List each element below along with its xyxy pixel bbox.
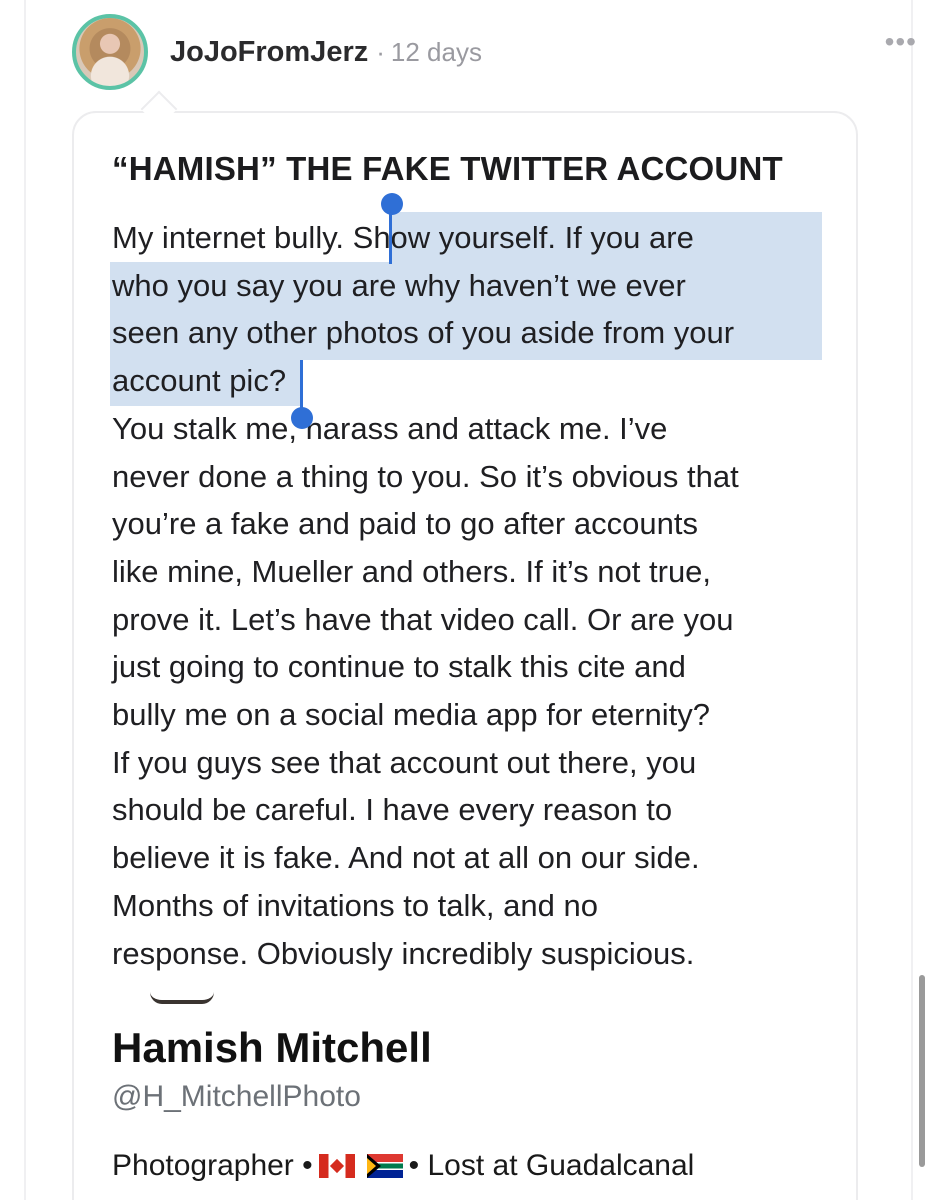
canada-flag-icon	[318, 1154, 355, 1178]
scrollbar[interactable]	[919, 975, 925, 1167]
body-line: response. Obviously incredibly suspiciou…	[112, 932, 694, 976]
right-gutter-line	[911, 0, 913, 1200]
body-line: believe it is fake. And not at all on ou…	[112, 836, 700, 880]
selection-end-caret	[300, 360, 303, 414]
south-africa-flag-icon	[366, 1154, 403, 1178]
body-text: Months of invitations to talk, and no	[112, 888, 598, 923]
selected-text: who you say you are why haven’t we ever	[112, 268, 686, 303]
selection-start-handle[interactable]	[381, 193, 403, 215]
body-line: like mine, Mueller and others. If it’s n…	[112, 550, 711, 594]
selected-text: Show yourself. If you are	[352, 220, 694, 255]
body-text: response. Obviously incredibly suspiciou…	[112, 936, 695, 971]
body-text: just going to continue to stalk this cit…	[112, 649, 686, 684]
body-text: like mine, Mueller and others. If it’s n…	[112, 554, 712, 589]
body-text: My internet bully.	[112, 220, 353, 255]
selected-text: account pic?	[112, 363, 287, 398]
body-text: should be careful. I have every reason t…	[112, 792, 673, 827]
username[interactable]: JoJoFromJerz	[170, 36, 368, 69]
selection-end-handle[interactable]	[291, 407, 313, 429]
body-text: never done a thing to you. So it’s obvio…	[112, 459, 739, 494]
body-line: never done a thing to you. So it’s obvio…	[112, 455, 739, 499]
body-text: you’re a fake and paid to go after accou…	[112, 506, 698, 541]
post-time: 12 days	[390, 36, 482, 67]
body-text: prove it. Let’s have that video call. Or…	[112, 602, 734, 637]
body-text: You stalk me, harass and attack me. I’ve	[112, 411, 668, 446]
body-line: account pic?	[112, 359, 286, 403]
body-line: seen any other photos of you aside from …	[112, 311, 734, 355]
body-line: bully me on a social media app for etern…	[112, 693, 710, 737]
embedded-profile-name: Hamish Mitchell	[112, 1024, 432, 1071]
body-line: you’re a fake and paid to go after accou…	[112, 502, 698, 546]
user-avatar[interactable]	[72, 14, 148, 90]
embedded-profile-handle: @H_MitchellPhoto	[112, 1080, 361, 1113]
body-line: should be careful. I have every reason t…	[112, 788, 672, 832]
more-options-icon[interactable]: •••	[885, 26, 917, 58]
body-line: You stalk me, harass and attack me. I’ve	[112, 407, 667, 451]
selection-start-caret	[389, 208, 392, 264]
body-line: If you guys see that account out there, …	[112, 741, 696, 785]
body-line: My internet bully. Show yourself. If you…	[112, 216, 694, 260]
body-line: who you say you are why haven’t we ever	[112, 264, 686, 308]
body-text: If you guys see that account out there, …	[112, 745, 697, 780]
left-gutter-line	[24, 0, 26, 1200]
bio-suffix: • Lost at Guadalcanal	[408, 1149, 695, 1182]
separator-dot: ·	[376, 36, 385, 67]
bio-prefix: Photographer •	[112, 1149, 313, 1182]
body-line: prove it. Let’s have that video call. Or…	[112, 598, 733, 642]
body-line: Months of invitations to talk, and no	[112, 884, 598, 928]
body-line: just going to continue to stalk this cit…	[112, 645, 686, 689]
post-title: “HAMISH” THE FAKE TWITTER ACCOUNT	[112, 150, 783, 187]
selected-text: seen any other photos of you aside from …	[112, 315, 735, 350]
post-header: JoJoFromJerz · 12 days	[72, 12, 862, 92]
body-text: bully me on a social media app for etern…	[112, 697, 710, 732]
body-text: believe it is fake. And not at all on ou…	[112, 840, 700, 875]
embedded-profile-bio: Photographer • • Lost at Guadalcanal	[112, 1144, 694, 1188]
embedded-avatar-edge	[150, 992, 214, 1004]
page: JoJoFromJerz · 12 days ••• “HAMISH” THE …	[0, 0, 933, 1200]
